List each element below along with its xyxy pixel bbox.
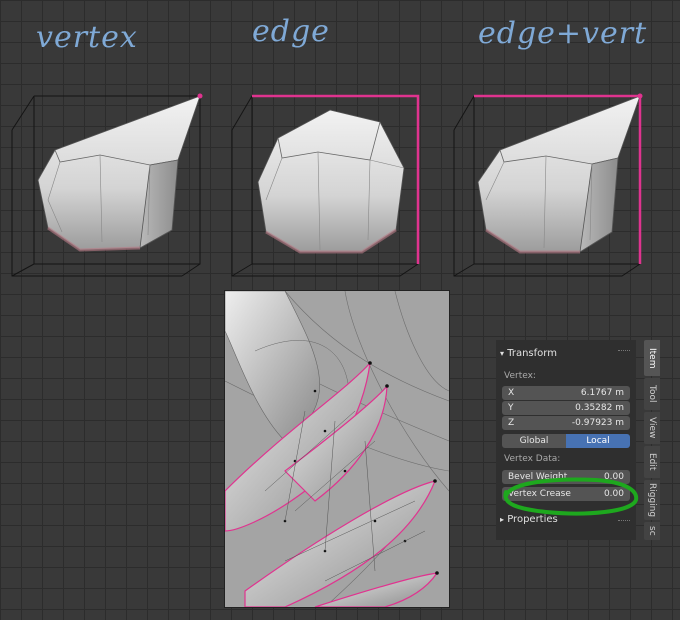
sidebar-tabs: Item Tool View Edit Rigging sc bbox=[644, 340, 660, 546]
mesh-edge-crease bbox=[231, 94, 420, 277]
vertex-data-label: Vertex Data: bbox=[504, 454, 561, 464]
tab-item[interactable]: Item bbox=[644, 340, 660, 376]
chevron-down-icon: ▾ bbox=[500, 349, 505, 358]
closeup-render bbox=[225, 291, 449, 607]
panel-grip-icon[interactable] bbox=[618, 350, 630, 353]
tab-edit[interactable]: Edit bbox=[644, 446, 660, 478]
tab-tool[interactable]: Tool bbox=[644, 378, 660, 410]
local-toggle-button[interactable]: Local bbox=[566, 434, 630, 448]
vertex-z-field[interactable]: Z -0.97923 m bbox=[502, 416, 630, 430]
mesh-comparison bbox=[11, 93, 643, 277]
vertex-y-field[interactable]: Y 0.35282 m bbox=[502, 401, 630, 415]
vertex-label: Vertex: bbox=[504, 371, 536, 381]
closeup-viewport[interactable] bbox=[224, 290, 450, 608]
tab-rigging[interactable]: Rigging bbox=[644, 480, 660, 520]
vertex-x-field[interactable]: X 6.1767 m bbox=[502, 386, 630, 400]
mesh-vertex-crease bbox=[11, 93, 203, 277]
mesh-edge-vert-crease bbox=[453, 93, 643, 277]
tab-sc[interactable]: sc bbox=[644, 522, 660, 540]
tab-view[interactable]: View bbox=[644, 412, 660, 444]
highlight-ellipse bbox=[503, 477, 639, 516]
global-toggle-button[interactable]: Global bbox=[502, 434, 566, 448]
space-toggle: Global Local bbox=[502, 434, 630, 448]
transform-header[interactable]: ▾ Transform bbox=[500, 348, 557, 359]
